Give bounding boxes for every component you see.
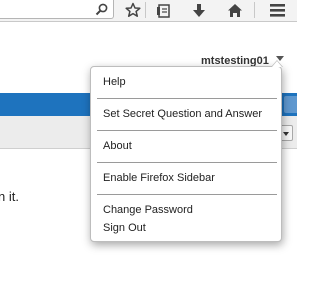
menu-item-help[interactable]: Help: [103, 76, 126, 88]
menu-divider: [97, 194, 277, 195]
browser-toolbar: [0, 0, 297, 22]
toolbar-separator: [145, 2, 146, 18]
menu-divider: [97, 162, 277, 163]
toolbar-separator: [254, 2, 255, 18]
search-icon[interactable]: [93, 0, 109, 18]
menu-divider: [97, 130, 277, 131]
nav-search-field[interactable]: [284, 96, 297, 113]
hamburger-menu-icon[interactable]: [266, 1, 288, 19]
menu-item-change-password[interactable]: Change Password: [103, 204, 193, 216]
url-bar[interactable]: [0, 0, 114, 19]
menu-item-about[interactable]: About: [103, 140, 132, 152]
reading-list-icon[interactable]: [152, 1, 174, 19]
bookmark-star-icon[interactable]: [122, 1, 144, 19]
menu-item-sign-out[interactable]: Sign Out: [103, 222, 146, 234]
menu-divider: [97, 98, 277, 99]
menu-item-secret-question[interactable]: Set Secret Question and Answer: [103, 108, 262, 120]
home-icon[interactable]: [224, 1, 246, 19]
menu-item-enable-firefox-sidebar[interactable]: Enable Firefox Sidebar: [103, 172, 215, 184]
body-text: n it.: [0, 189, 19, 204]
user-dropdown-menu: Help Set Secret Question and Answer Abou…: [90, 60, 283, 242]
download-icon[interactable]: [188, 1, 210, 19]
